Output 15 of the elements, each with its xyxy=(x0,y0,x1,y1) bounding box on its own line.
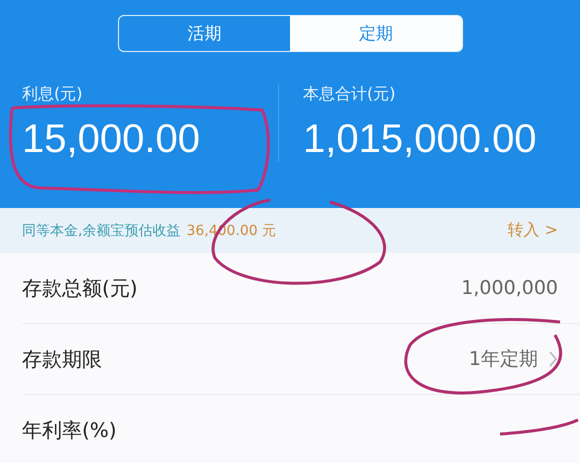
row-label: 存款总额(元) xyxy=(22,274,138,302)
chevron-icon xyxy=(548,351,558,367)
row-label: 存款期限 xyxy=(22,346,102,372)
list-row[interactable]: 存款期限 1年定期 xyxy=(22,324,580,395)
tab[interactable]: 活期 xyxy=(118,16,290,51)
stat-label: 利息(元) xyxy=(22,84,84,105)
transfer-link[interactable]: 转入 > xyxy=(508,220,558,241)
banner-text: 同等本金,余额宝预估收益 xyxy=(22,222,180,240)
row-label: 年利率(%) xyxy=(22,416,117,444)
row-value: 1,000,000 xyxy=(461,277,558,299)
stat-value: 1,015,000.00 xyxy=(303,117,538,162)
stat-label: 本息合计(元) xyxy=(303,84,396,105)
stat-value: 15,000.00 xyxy=(22,117,201,162)
row-value: 1年定期 xyxy=(468,347,538,372)
tab[interactable]: 定期 xyxy=(290,16,462,51)
